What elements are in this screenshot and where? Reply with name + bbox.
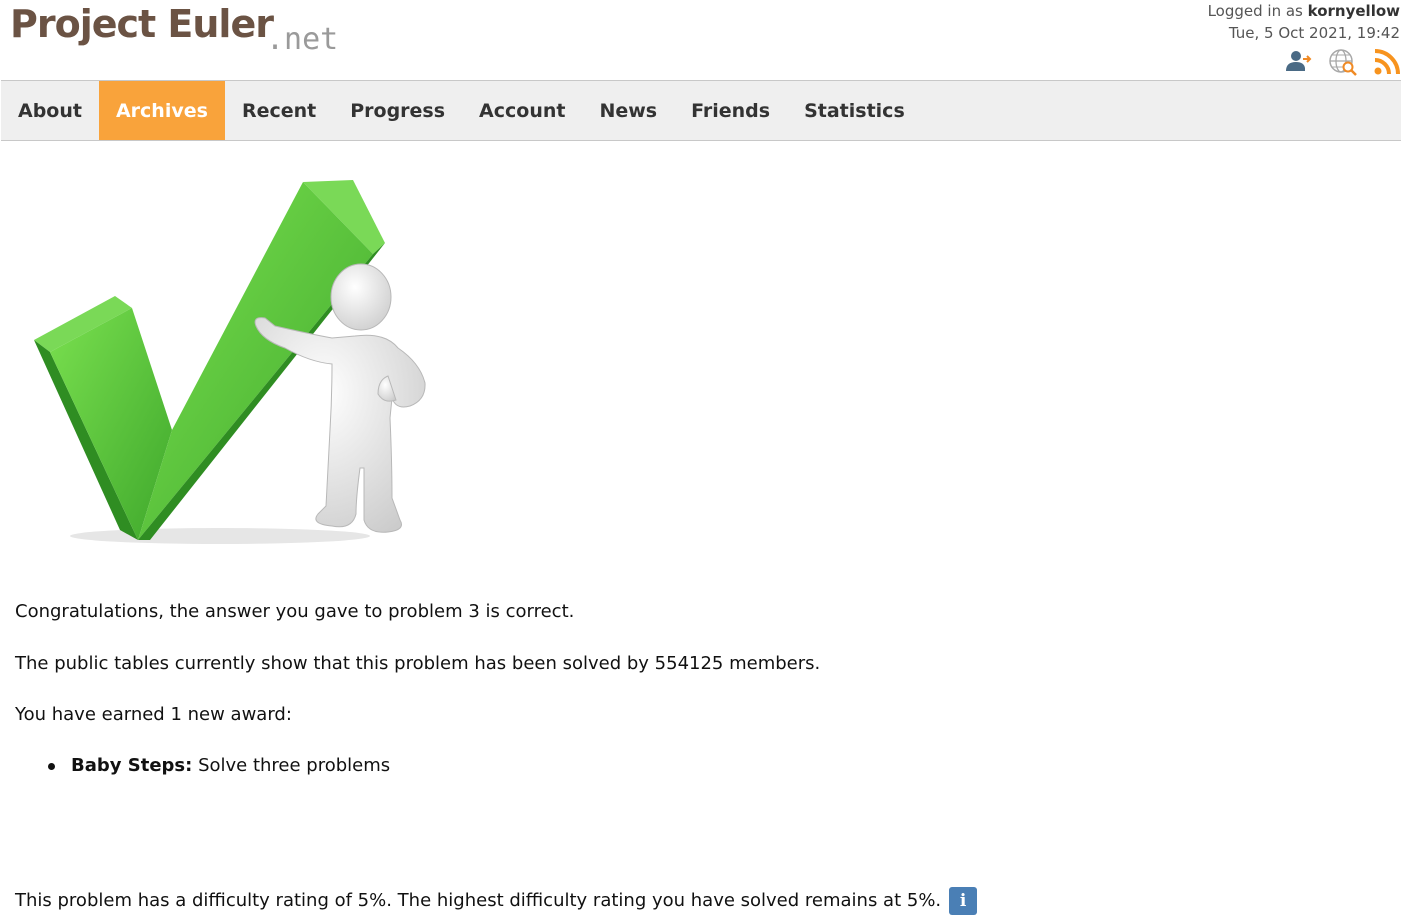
award-description: Solve three problems [198,755,391,776]
difficulty-text: This problem has a difficulty rating of … [15,890,942,911]
congrats-message: Congratulations, the answer you gave to … [15,601,575,622]
globe-search-icon[interactable] [1328,47,1358,77]
nav-news[interactable]: News [582,81,674,140]
nav-recent[interactable]: Recent [225,81,333,140]
logo-suffix: .net [266,22,339,57]
award-item: Baby Steps: Solve three problems [46,754,390,778]
solved-count-message: The public tables currently show that th… [15,653,821,674]
rss-feed-icon[interactable] [1372,47,1402,77]
ground-shadow [70,528,370,544]
nav-statistics[interactable]: Statistics [787,81,922,140]
main-nav: About Archives Recent Progress Account N… [1,80,1401,141]
logo-title: Project Euler [10,2,274,46]
bullet-icon [48,763,55,770]
nav-progress[interactable]: Progress [333,81,462,140]
user-account-icon[interactable] [1284,47,1314,77]
login-prefix: Logged in as [1207,2,1303,20]
site-logo[interactable]: Project Euler .net [10,2,350,60]
award-intro: You have earned 1 new award: [15,704,292,725]
info-icon[interactable]: i [949,887,978,915]
difficulty-rating: This problem has a difficulty rating of … [15,887,978,915]
award-name: Baby Steps: [71,755,193,776]
login-status: Logged in as kornyellow [1208,0,1400,22]
username-link[interactable]: kornyellow [1308,2,1400,20]
award-list: Baby Steps: Solve three problems [46,754,390,778]
correct-answer-illustration [34,180,426,544]
nav-archives[interactable]: Archives [98,81,225,140]
header-icons [1284,46,1402,78]
nav-about[interactable]: About [1,81,99,140]
login-info: Logged in as kornyellow Tue, 5 Oct 2021,… [1208,0,1400,44]
current-datetime: Tue, 5 Oct 2021, 19:42 [1228,24,1400,42]
nav-friends[interactable]: Friends [674,81,787,140]
nav-account[interactable]: Account [462,81,582,140]
